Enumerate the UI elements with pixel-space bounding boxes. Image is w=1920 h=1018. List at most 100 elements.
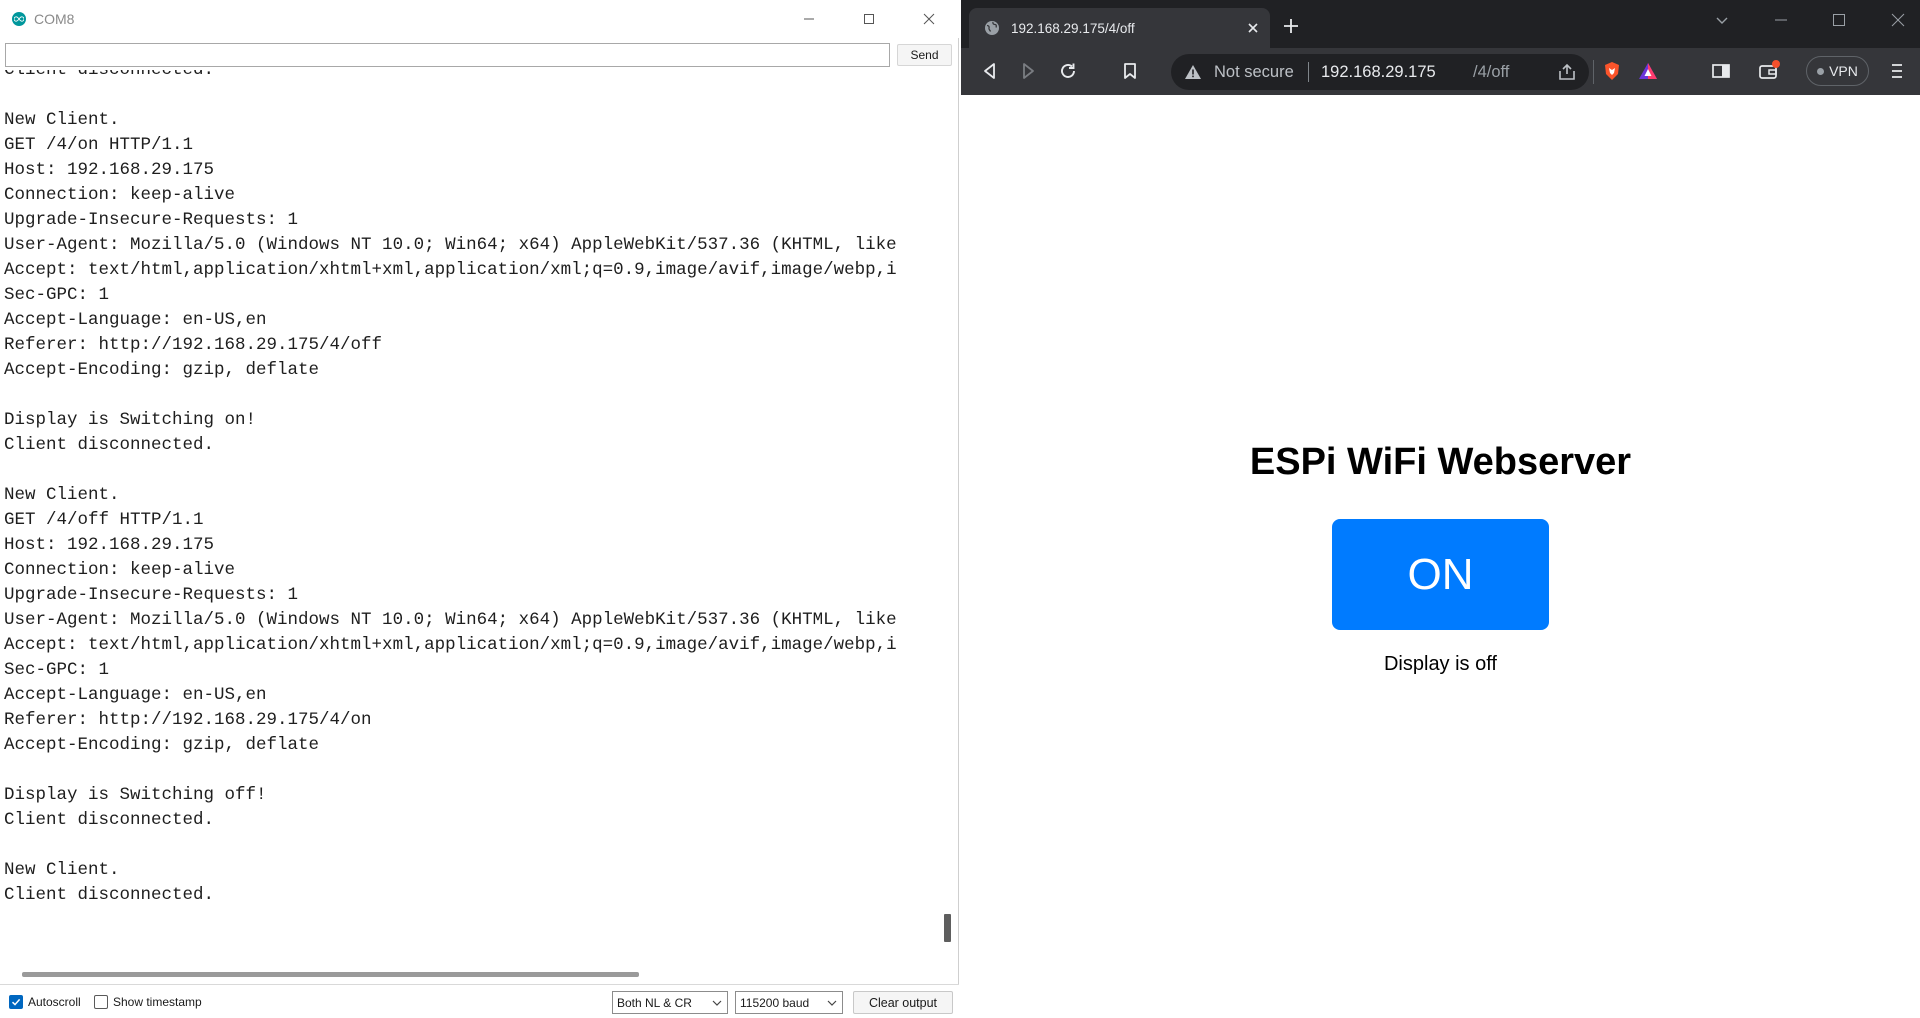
send-button[interactable]: Send [897, 44, 952, 66]
serial-output-line: User-Agent: Mozilla/5.0 (Windows NT 10.0… [4, 610, 897, 630]
close-window-icon[interactable] [1890, 12, 1906, 28]
horizontal-scrollbar-thumb[interactable] [22, 972, 639, 977]
send-row: Send [0, 41, 959, 69]
minimize-button[interactable] [779, 0, 839, 38]
serial-output-line: GET /4/on HTTP/1.1 [4, 135, 194, 155]
url-host[interactable]: 192.168.29.175 [1321, 63, 1436, 82]
vertical-scrollbar[interactable] [938, 70, 957, 963]
on-button[interactable]: ON [1332, 519, 1549, 630]
security-label[interactable]: Not secure [1214, 63, 1294, 82]
browser-tab[interactable]: 192.168.29.175/4/off [969, 8, 1270, 48]
minimize-icon[interactable] [1773, 12, 1789, 28]
serial-status-bar: Autoscroll Show timestamp Both NL & CR 1… [0, 984, 959, 1018]
serial-output-line [4, 833, 897, 858]
url-path[interactable]: /4/off [1473, 63, 1509, 82]
bookmark-icon[interactable] [1119, 60, 1141, 82]
serial-output-line: Upgrade-Insecure-Requests: 1 [4, 210, 299, 230]
baud-rate-select[interactable]: 115200 baud [735, 991, 843, 1014]
serial-output-line: Connection: keep-alive [4, 560, 236, 580]
serial-output-line: Accept: text/html,application/xhtml+xml,… [4, 260, 897, 280]
brave-shields-icon[interactable] [1601, 60, 1623, 82]
serial-output-line: Upgrade-Insecure-Requests: 1 [4, 585, 299, 605]
serial-input[interactable] [5, 43, 890, 67]
serial-output-line: Sec-GPC: 1 [4, 660, 110, 680]
back-icon[interactable] [979, 60, 1001, 82]
share-icon[interactable] [1557, 63, 1577, 81]
reload-icon[interactable] [1057, 60, 1079, 82]
serial-output-line: Accept: text/html,application/xhtml+xml,… [4, 635, 897, 655]
window-title: COM8 [34, 11, 75, 27]
maximize-icon[interactable] [1831, 12, 1847, 28]
clear-output-button[interactable]: Clear output [853, 991, 953, 1014]
line-ending-value: Both NL & CR [617, 995, 692, 1010]
maximize-button[interactable] [839, 0, 899, 38]
chevron-down-icon [827, 1000, 837, 1006]
autoscroll-label: Autoscroll [28, 995, 81, 1009]
serial-output-line: Display is Switching off! [4, 785, 267, 805]
page-viewport: ESPi WiFi Webserver ON Display is off [961, 95, 1920, 1018]
serial-output-line: Display is Switching on! [4, 410, 257, 430]
serial-output-line: Host: 192.168.29.175 [4, 535, 215, 555]
serial-monitor-titlebar: COM8 [0, 0, 959, 38]
maximize-icon [864, 14, 874, 24]
serial-output-line: New Client. [4, 110, 120, 130]
autoscroll-toggle[interactable]: Autoscroll [9, 995, 81, 1009]
serial-output-line: Sec-GPC: 1 [4, 285, 110, 305]
autoscroll-checkbox[interactable] [9, 995, 23, 1009]
serial-output-line: GET /4/off HTTP/1.1 [4, 510, 204, 530]
vpn-button[interactable]: VPN [1806, 56, 1869, 86]
show-timestamp-checkbox[interactable] [94, 995, 108, 1009]
wallet-icon[interactable] [1758, 60, 1780, 82]
page-title: ESPi WiFi Webserver [1249, 441, 1632, 483]
show-timestamp-label: Show timestamp [113, 995, 202, 1009]
serial-output-line: Accept-Encoding: gzip, deflate [4, 735, 320, 755]
browser-window: 192.168.29.175/4/off Not secure 192.168.… [961, 0, 1920, 1018]
show-timestamp-toggle[interactable]: Show timestamp [94, 995, 202, 1009]
browser-toolbar: Not secure 192.168.29.175 /4/off VPN [961, 48, 1920, 95]
serial-output-line: Client disconnected. [4, 810, 215, 830]
vpn-label: VPN [1829, 63, 1858, 79]
serial-output[interactable]: Client disconnected. New Client. GET /4/o… [2, 70, 938, 965]
close-button[interactable] [899, 0, 959, 38]
serial-output-line: Accept-Language: en-US,en [4, 310, 267, 330]
serial-output-line: Accept-Encoding: gzip, deflate [4, 360, 320, 380]
toolbar-divider [1593, 60, 1594, 84]
forward-icon[interactable] [1017, 60, 1039, 82]
warning-icon[interactable] [1184, 64, 1202, 80]
new-tab-icon[interactable] [1281, 16, 1301, 36]
display-status-text: Display is off [1383, 653, 1497, 675]
serial-output-line: Connection: keep-alive [4, 185, 236, 205]
serial-output-line: Referer: http://192.168.29.175/4/off [4, 335, 383, 355]
tab-search-icon[interactable] [1714, 12, 1730, 28]
close-icon [923, 13, 935, 25]
baud-rate-value: 115200 baud [740, 995, 810, 1010]
brave-rewards-icon[interactable] [1637, 60, 1659, 82]
chevron-down-icon [712, 1000, 722, 1006]
serial-output-line: Client disconnected. [4, 885, 215, 905]
serial-output-line: Host: 192.168.29.175 [4, 160, 215, 180]
globe-icon [985, 21, 999, 35]
checkmark-icon [11, 998, 21, 1006]
serial-monitor-window: COM8 Send Client disconnected. New Clien… [0, 0, 959, 1018]
serial-output-line: Client disconnected. [4, 70, 215, 80]
serial-output-line: Accept-Language: en-US,en [4, 685, 267, 705]
serial-output-line: New Client. [4, 860, 120, 880]
vpn-status-dot [1817, 67, 1825, 75]
serial-output-line: New Client. [4, 485, 120, 505]
tab-strip: 192.168.29.175/4/off [961, 0, 1920, 48]
menu-icon[interactable] [1886, 60, 1908, 82]
serial-output-line [4, 758, 897, 783]
close-tab-icon[interactable] [1246, 21, 1260, 35]
horizontal-scrollbar[interactable] [2, 965, 938, 982]
serial-output-line [4, 83, 897, 108]
arduino-icon [12, 12, 26, 26]
serial-output-text: Client disconnected. New Client. GET /4/o… [4, 70, 897, 908]
sidebar-icon[interactable] [1710, 60, 1732, 82]
address-bar[interactable]: Not secure 192.168.29.175 /4/off [1171, 54, 1589, 90]
serial-output-line [4, 383, 897, 408]
vertical-scrollbar-thumb[interactable] [944, 914, 951, 942]
serial-output-line [4, 458, 897, 483]
omnibox-divider [1308, 62, 1309, 82]
serial-output-line: Referer: http://192.168.29.175/4/on [4, 710, 372, 730]
line-ending-select[interactable]: Both NL & CR [612, 991, 728, 1014]
